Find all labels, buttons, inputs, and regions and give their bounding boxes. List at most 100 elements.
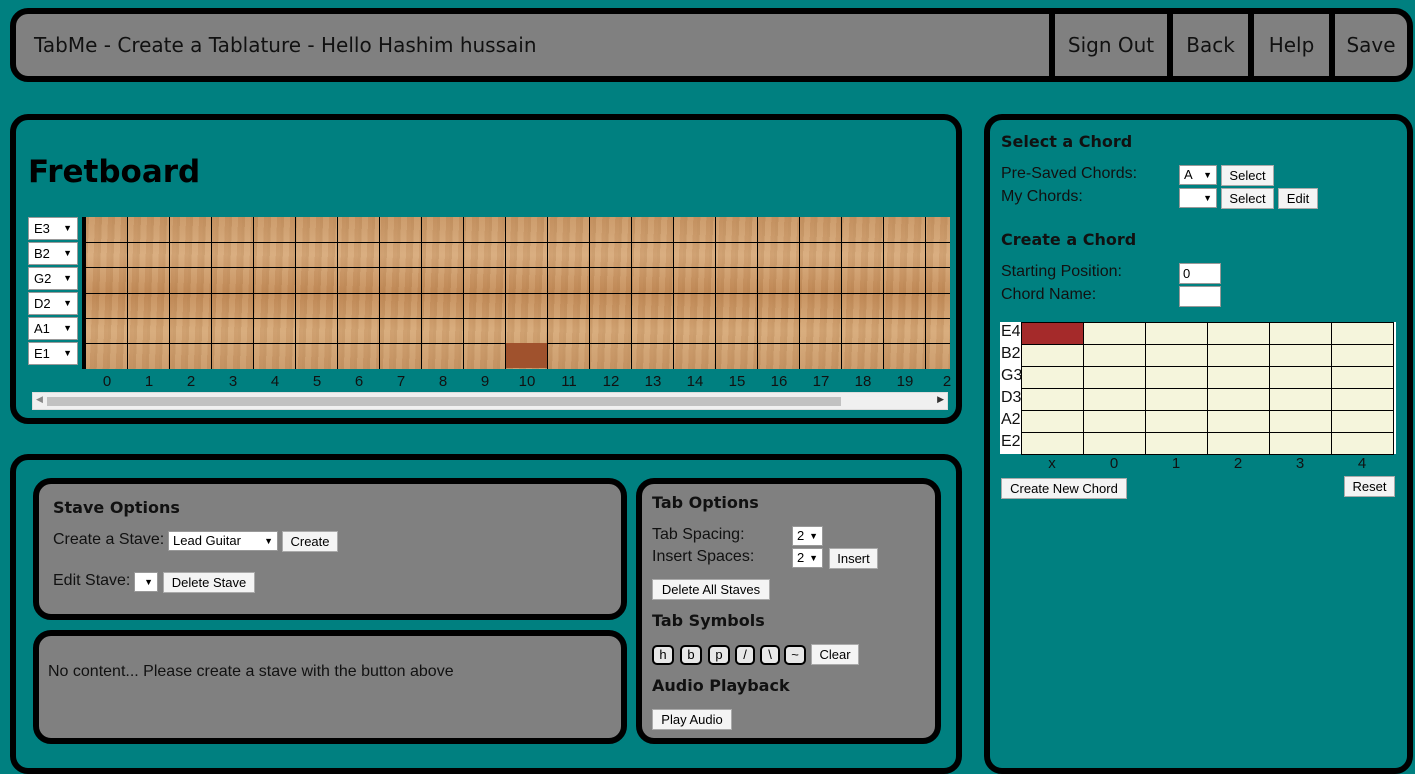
dropdown-arrow-icon: ▼ <box>63 348 72 358</box>
chord-cell[interactable] <box>1083 432 1146 455</box>
chord-cell[interactable] <box>1145 432 1208 455</box>
fret-number: 0 <box>102 373 112 390</box>
string-select-5[interactable]: A1 ▼ <box>28 317 78 340</box>
symbol-slide-down-button[interactable]: \ <box>760 645 780 665</box>
delete-stave-button[interactable]: Delete Stave <box>163 572 255 593</box>
chord-cell[interactable] <box>1083 322 1146 345</box>
string-select-value: D2 <box>34 296 51 311</box>
chord-cell[interactable] <box>1331 410 1394 433</box>
scroll-left-icon[interactable]: ◀ <box>36 394 43 405</box>
chord-cell[interactable] <box>1145 366 1208 389</box>
chord-cell[interactable] <box>1021 344 1084 367</box>
select-chord-heading: Select a Chord <box>1001 132 1133 151</box>
chord-cell[interactable] <box>1207 322 1270 345</box>
chord-cell[interactable] <box>1207 410 1270 433</box>
edit-chord-button[interactable]: Edit <box>1278 188 1318 209</box>
starting-position-input[interactable] <box>1179 263 1221 284</box>
string-select-4[interactable]: D2 ▼ <box>28 292 78 315</box>
string-select-2[interactable]: B2 ▼ <box>28 242 78 265</box>
chord-cell[interactable] <box>1269 344 1332 367</box>
create-stave-button[interactable]: Create <box>282 531 338 552</box>
chord-cell[interactable] <box>1269 322 1332 345</box>
scroll-right-icon[interactable]: ▶ <box>937 394 944 405</box>
chord-cell[interactable] <box>1207 366 1270 389</box>
chord-string-label: E4 <box>1001 323 1021 340</box>
dropdown-arrow-icon: ▼ <box>63 273 72 283</box>
chord-cell[interactable] <box>1145 388 1208 411</box>
tab-symbols-heading: Tab Symbols <box>652 611 765 630</box>
chord-cell[interactable] <box>1331 432 1394 455</box>
symbol-pull-off-button[interactable]: p <box>708 645 730 665</box>
chord-string-label: E2 <box>1001 433 1021 450</box>
fretboard-grid[interactable] <box>82 217 950 369</box>
stave-type-select[interactable]: Lead Guitar ▼ <box>168 531 278 551</box>
fret-number: 14 <box>686 373 704 390</box>
fretboard-scrollbar[interactable]: ◀ ▶ <box>32 392 948 410</box>
scrollbar-thumb[interactable] <box>47 397 841 406</box>
chord-cell[interactable] <box>1269 410 1332 433</box>
stave-options-heading: Stave Options <box>53 498 180 517</box>
chord-name-input[interactable] <box>1179 286 1221 307</box>
create-new-chord-button[interactable]: Create New Chord <box>1001 478 1127 499</box>
chord-cell[interactable] <box>1331 366 1394 389</box>
tab-spacing-select[interactable]: 2 ▼ <box>792 526 823 546</box>
fret-number: 18 <box>854 373 872 390</box>
chord-cell[interactable] <box>1269 388 1332 411</box>
string-select-value: G2 <box>34 271 52 286</box>
fret-number: 13 <box>644 373 662 390</box>
chord-cell[interactable] <box>1021 410 1084 433</box>
help-button[interactable]: Help <box>1248 14 1329 76</box>
chord-cell[interactable] <box>1083 344 1146 367</box>
insert-spaces-label: Insert Spaces: <box>652 548 755 565</box>
play-audio-button[interactable]: Play Audio <box>652 709 732 730</box>
chord-cell[interactable] <box>1207 388 1270 411</box>
chord-name-label: Chord Name: <box>1001 286 1097 303</box>
chord-cell[interactable] <box>1207 344 1270 367</box>
back-button[interactable]: Back <box>1167 14 1248 76</box>
symbol-vibrato-button[interactable]: ~ <box>784 645 806 665</box>
save-button[interactable]: Save <box>1329 14 1407 76</box>
fret-number: 3 <box>228 373 238 390</box>
chord-cell[interactable] <box>1083 366 1146 389</box>
symbol-bend-button[interactable]: b <box>680 645 702 665</box>
string-select-6[interactable]: E1 ▼ <box>28 342 78 365</box>
chord-cell-selected[interactable] <box>1021 322 1084 345</box>
symbol-slide-up-button[interactable]: / <box>735 645 755 665</box>
string-select-value: E1 <box>34 346 50 361</box>
chord-cell[interactable] <box>1145 344 1208 367</box>
presaved-chord-select[interactable]: A ▼ <box>1179 165 1217 185</box>
symbol-hammer-on-button[interactable]: h <box>652 645 674 665</box>
chord-cell[interactable] <box>1145 322 1208 345</box>
chord-cell[interactable] <box>1331 388 1394 411</box>
select-my-chord-button[interactable]: Select <box>1221 188 1274 209</box>
delete-all-staves-button[interactable]: Delete All Staves <box>652 579 770 600</box>
chord-cell[interactable] <box>1083 388 1146 411</box>
chord-cell[interactable] <box>1269 432 1332 455</box>
fret-number: 1 <box>144 373 154 390</box>
chord-cell[interactable] <box>1207 432 1270 455</box>
chord-cell[interactable] <box>1331 344 1394 367</box>
chord-cell[interactable] <box>1083 410 1146 433</box>
chord-cell[interactable] <box>1021 432 1084 455</box>
sign-out-button[interactable]: Sign Out <box>1049 14 1167 76</box>
chord-cell[interactable] <box>1145 410 1208 433</box>
my-chord-select[interactable]: ▼ <box>1179 188 1217 208</box>
edit-stave-select[interactable]: ▼ <box>134 572 158 592</box>
string-line <box>86 242 950 243</box>
select-presaved-chord-button[interactable]: Select <box>1221 165 1274 186</box>
selected-fret-note[interactable] <box>506 343 547 368</box>
chord-string-label: G3 <box>1001 367 1023 384</box>
reset-chord-button[interactable]: Reset <box>1344 476 1395 497</box>
insert-spaces-select[interactable]: 2 ▼ <box>792 548 823 568</box>
fret-number: 19 <box>896 373 914 390</box>
chord-cell[interactable] <box>1021 366 1084 389</box>
chord-cell[interactable] <box>1331 322 1394 345</box>
string-select-3[interactable]: G2 ▼ <box>28 267 78 290</box>
fret-number: 15 <box>728 373 746 390</box>
insert-button[interactable]: Insert <box>829 548 878 569</box>
chord-cell[interactable] <box>1269 366 1332 389</box>
string-select-1[interactable]: E3 ▼ <box>28 217 78 240</box>
dropdown-arrow-icon: ▼ <box>1203 170 1212 180</box>
clear-symbols-button[interactable]: Clear <box>811 644 859 665</box>
chord-cell[interactable] <box>1021 388 1084 411</box>
